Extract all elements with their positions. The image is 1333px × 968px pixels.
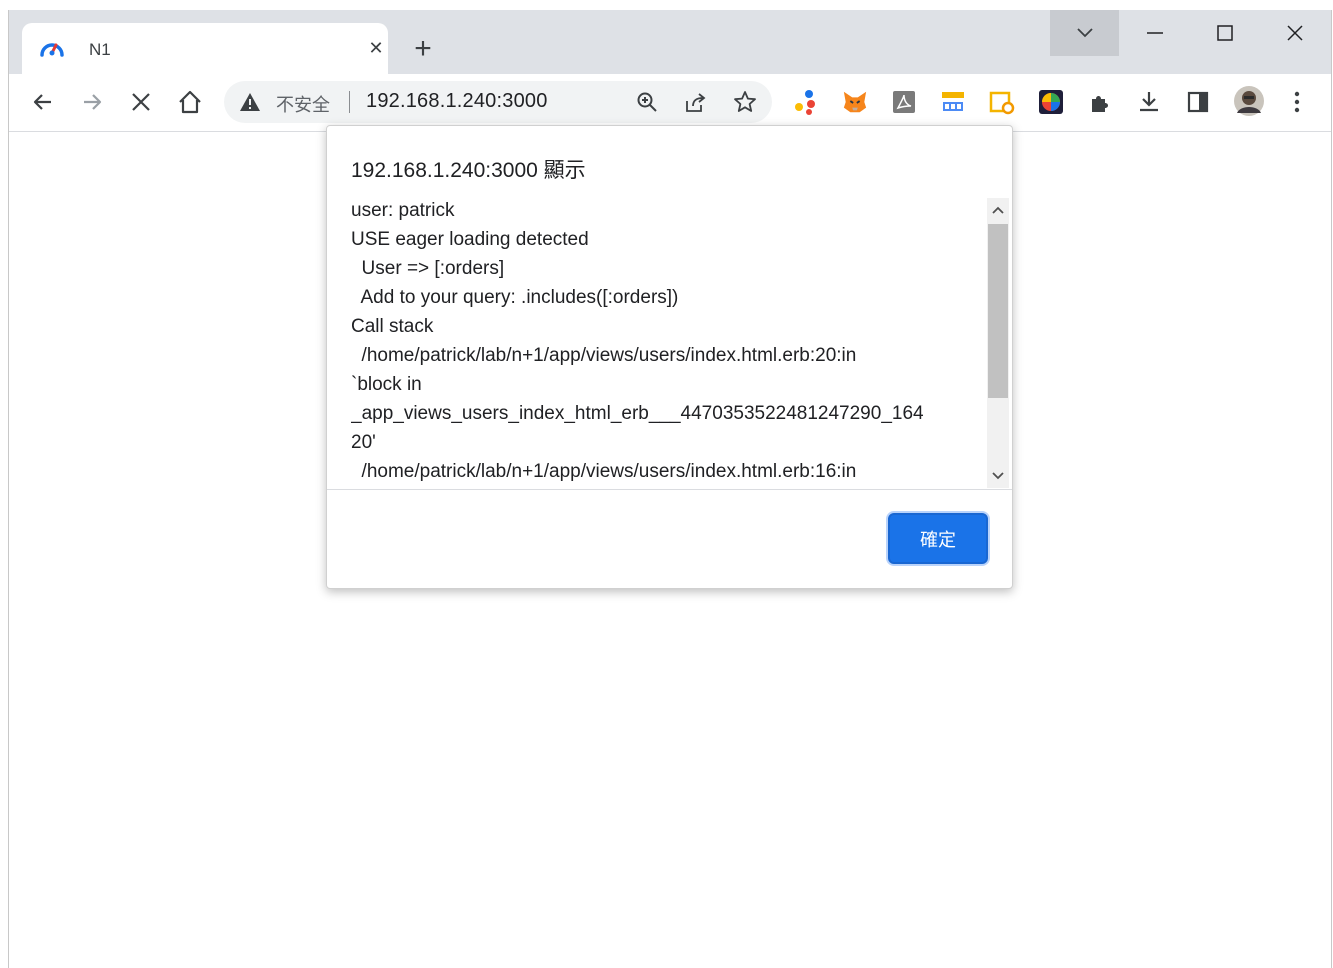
share-icon[interactable] — [683, 89, 709, 115]
back-button[interactable] — [25, 84, 61, 120]
more-menu-icon[interactable] — [1284, 89, 1310, 115]
omnibox-separator — [349, 91, 350, 113]
forward-button[interactable] — [74, 84, 110, 120]
message-line: Add to your query: .includes([:orders]) — [351, 287, 679, 308]
bookmark-star-icon[interactable] — [732, 89, 758, 115]
forward-arrow-icon — [84, 94, 102, 110]
back-arrow-icon — [33, 94, 51, 110]
dialog-message: user: patrick USE eager loading detected… — [351, 196, 987, 488]
home-button[interactable] — [172, 84, 208, 120]
message-line: `block in — [351, 374, 422, 395]
message-line: USE eager loading detected — [351, 229, 589, 250]
tab-strip: N1 ✕ + — [9, 10, 1331, 74]
scroll-down-icon[interactable] — [987, 464, 1009, 488]
message-line: Call stack — [351, 316, 434, 337]
toolbar: 不安全 192.168.1.240:3000 — [9, 74, 1331, 132]
ok-button[interactable]: 確定 — [888, 513, 988, 564]
tab-n1[interactable]: N1 ✕ — [22, 23, 388, 74]
scrollbar-thumb[interactable] — [988, 224, 1008, 398]
maximize-icon — [1217, 25, 1233, 41]
scroll-up-icon[interactable] — [987, 198, 1009, 222]
close-icon — [1287, 25, 1303, 41]
pdf-extension-icon[interactable] — [891, 89, 917, 115]
rainbow-extension-icon[interactable] — [1038, 89, 1064, 115]
minimize-button[interactable] — [1120, 10, 1190, 56]
metamask-fox-icon[interactable] — [842, 89, 868, 115]
message-scrollbar[interactable] — [987, 198, 1009, 488]
tab-close-icon[interactable]: ✕ — [363, 35, 389, 61]
warning-icon[interactable] — [238, 91, 262, 113]
address-bar[interactable]: 不安全 192.168.1.240:3000 — [224, 81, 772, 123]
side-panel-icon[interactable] — [1185, 89, 1211, 115]
smartpro-extension-icon[interactable] — [940, 89, 966, 115]
dialog-title: 192.168.1.240:3000 顯示 — [351, 159, 586, 182]
home-icon — [179, 90, 201, 114]
message-line: _app_views_users_index_html_erb___447035… — [351, 403, 924, 424]
message-line: 20' — [351, 432, 376, 453]
stop-button[interactable] — [123, 84, 159, 120]
alert-dialog: 192.168.1.240:3000 顯示 user: patrick USE … — [326, 125, 1013, 589]
message-line: user: patrick — [351, 200, 455, 221]
download-icon[interactable] — [1136, 89, 1162, 115]
profile-avatar[interactable] — [1233, 85, 1265, 117]
chevron-down-icon — [1076, 28, 1093, 38]
message-line: /home/patrick/lab/n+1/app/views/users/in… — [351, 461, 857, 482]
zoom-icon[interactable] — [634, 89, 660, 115]
message-line: User => [:orders] — [351, 258, 505, 279]
security-label[interactable]: 不安全 — [276, 91, 330, 117]
speedometer-icon — [39, 37, 65, 63]
message-line: /home/patrick/lab/n+1/app/views/users/in… — [351, 345, 857, 366]
new-tab-button[interactable]: + — [408, 34, 438, 64]
puzzle-extensions-icon[interactable] — [1087, 89, 1113, 115]
dots-extension-icon[interactable] — [793, 89, 819, 115]
close-window-button[interactable] — [1260, 10, 1330, 56]
screen-capture-extension-icon[interactable] — [989, 89, 1015, 115]
tab-search-button[interactable] — [1050, 10, 1119, 56]
maximize-button[interactable] — [1190, 10, 1260, 56]
tab-title: N1 — [89, 40, 111, 59]
dialog-divider — [327, 489, 1012, 490]
minimize-icon — [1147, 32, 1163, 34]
url-text[interactable]: 192.168.1.240:3000 — [366, 90, 548, 113]
stop-icon — [132, 93, 150, 111]
